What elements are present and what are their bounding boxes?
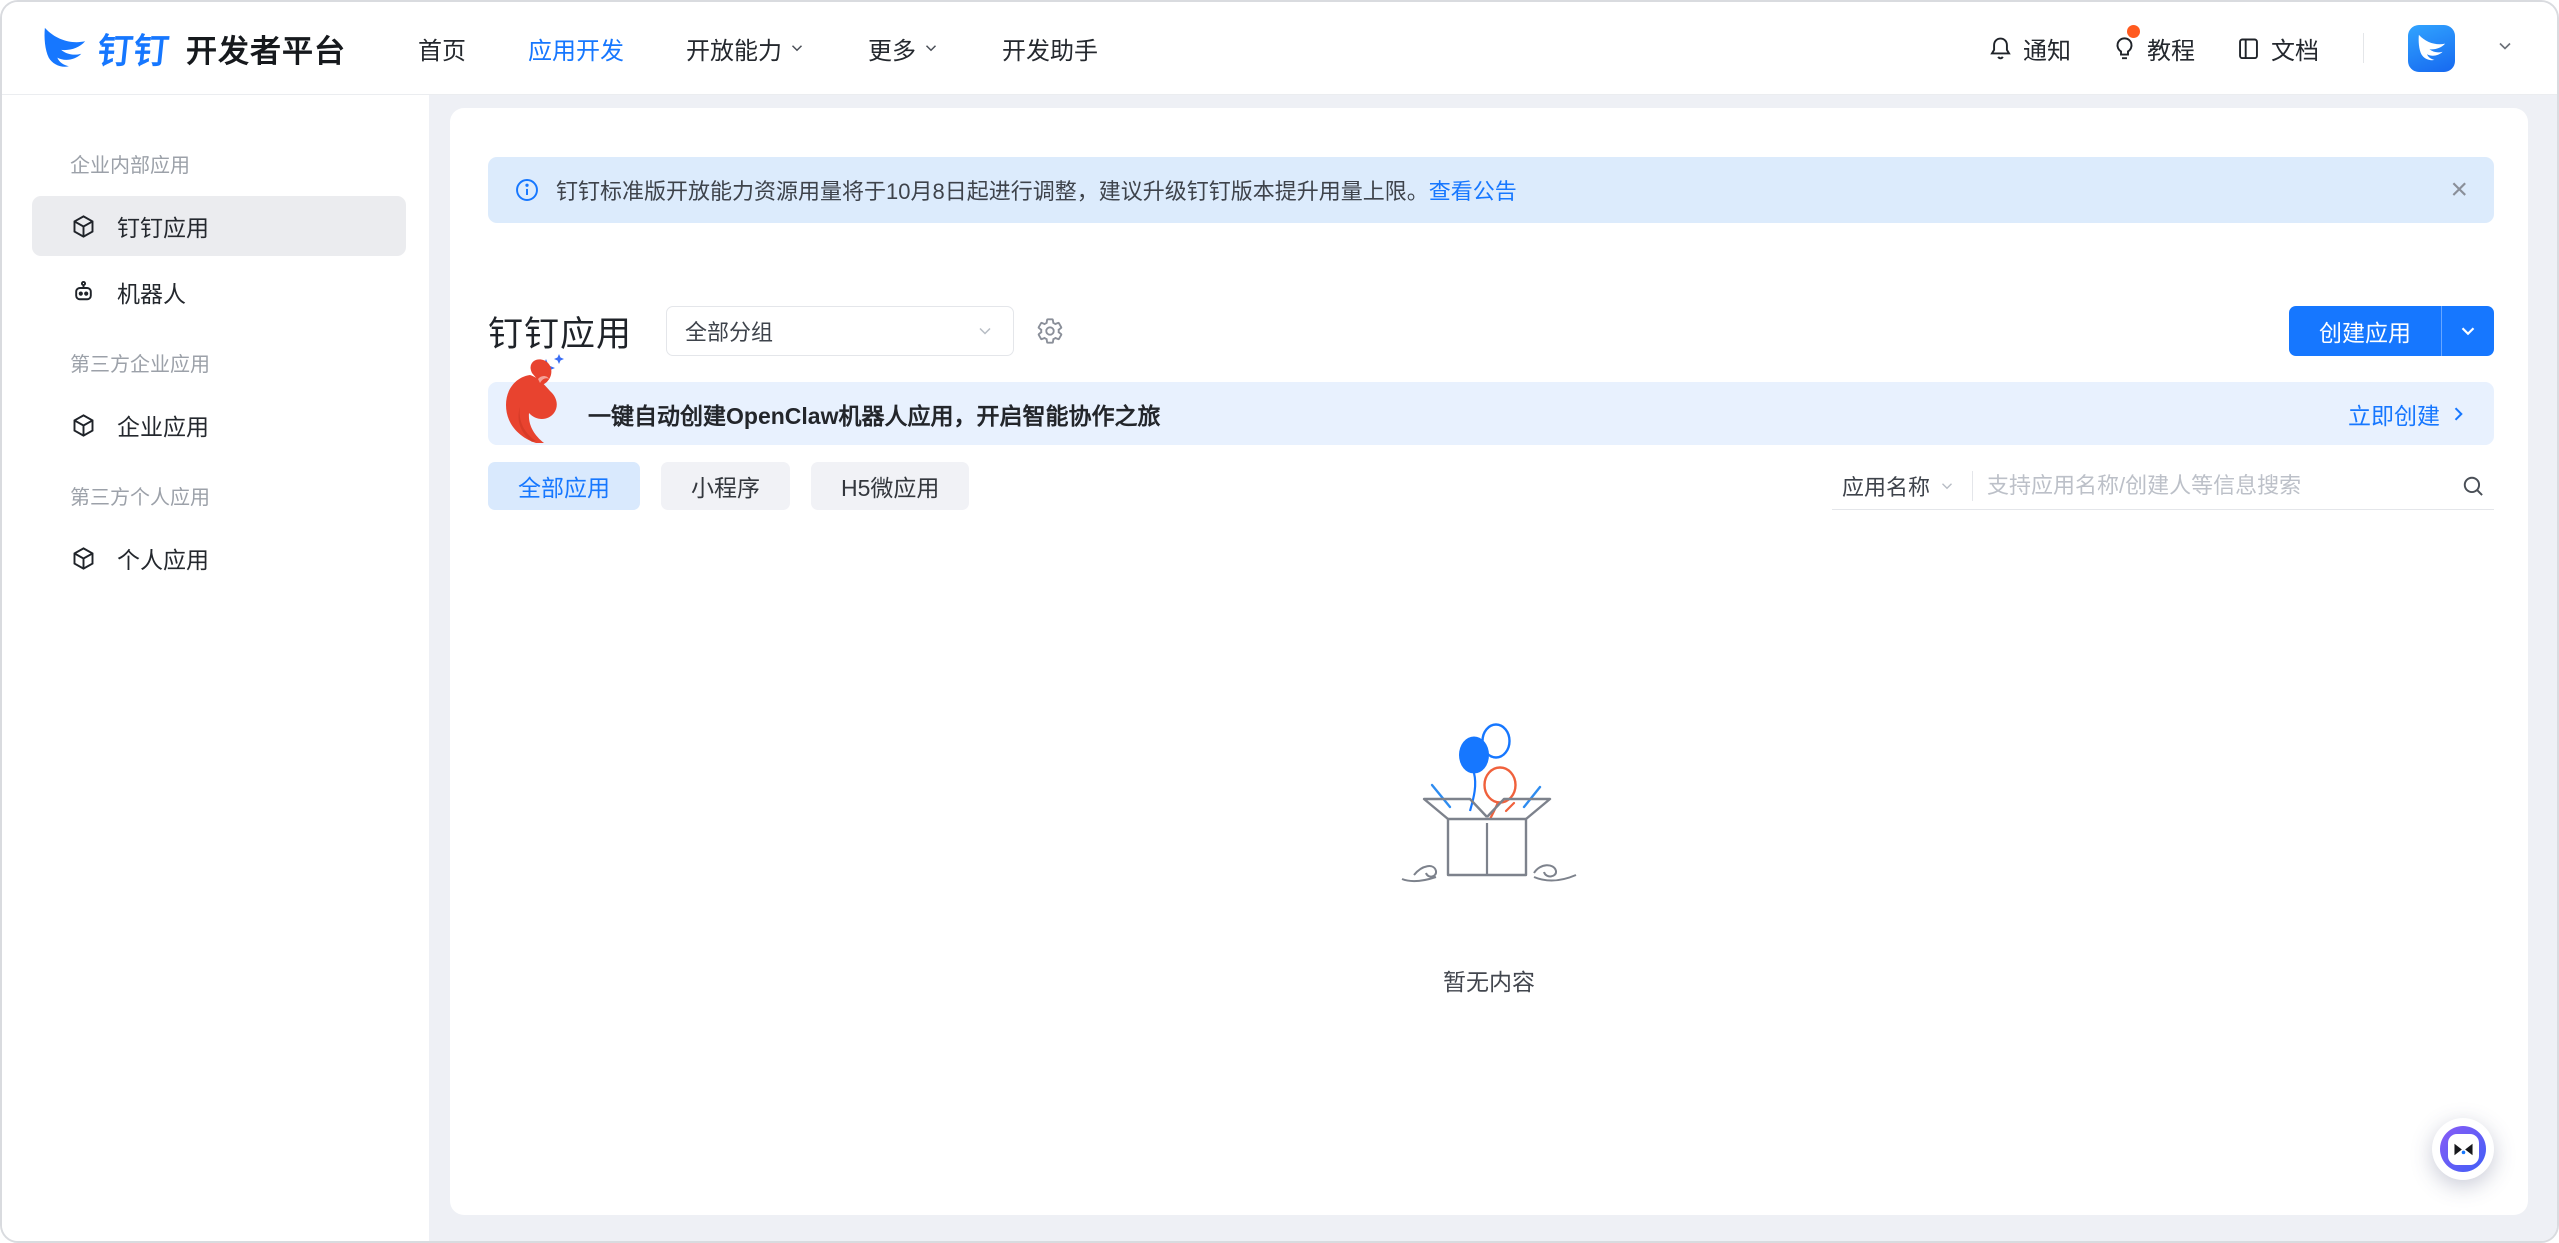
openclaw-mascot-icon — [496, 353, 572, 447]
tab-h5-micro-apps[interactable]: H5微应用 — [811, 462, 969, 510]
account-menu-chevron[interactable] — [2495, 36, 2515, 61]
nav-label: 应用开发 — [528, 31, 624, 66]
tutorials-button[interactable]: 教程 — [2111, 31, 2195, 66]
robot-icon — [70, 279, 97, 306]
empty-state-text: 暂无内容 — [1443, 963, 1535, 997]
sidebar-section-thirdparty-personal: 第三方个人应用 — [2, 481, 429, 510]
new-badge — [2127, 25, 2140, 38]
nav-label: 开放能力 — [686, 31, 782, 66]
action-label: 通知 — [2023, 31, 2071, 66]
search-field-select[interactable]: 应用名称 — [1832, 462, 1972, 509]
create-app-dropdown[interactable] — [2442, 306, 2494, 356]
close-icon[interactable]: × — [2450, 175, 2468, 205]
group-filter-value: 全部分组 — [685, 315, 773, 347]
main-content: 钉钉标准版开放能力资源用量将于10月8日起进行调整，建议升级钉钉版本提升用量上限… — [429, 95, 2557, 1243]
nav-item-dev-assistant[interactable]: 开发助手 — [1002, 31, 1098, 66]
chevron-down-icon — [2495, 36, 2515, 56]
main-nav: 首页 应用开发 开放能力 更多 开发助手 — [418, 31, 1098, 66]
bell-icon — [1987, 35, 2014, 62]
notice-text: 钉钉标准版开放能力资源用量将于10月8日起进行调整，建议升级钉钉版本提升用量上限… — [556, 174, 1429, 206]
sidebar-item-robots[interactable]: 机器人 — [32, 262, 406, 322]
nav-label: 更多 — [868, 31, 916, 66]
sidebar: 企业内部应用 钉钉应用 机器人 第三方企业应用 — [2, 95, 429, 1243]
nav-label: 开发助手 — [1002, 31, 1098, 66]
content-card: 钉钉标准版开放能力资源用量将于10月8日起进行调整，建议升级钉钉版本提升用量上限… — [450, 108, 2528, 1215]
group-settings-button[interactable] — [1036, 317, 1064, 345]
chevron-right-icon — [2448, 404, 2468, 424]
sidebar-item-corp-apps[interactable]: 企业应用 — [32, 395, 406, 455]
sidebar-item-label: 机器人 — [117, 275, 186, 309]
search-button[interactable] — [2460, 473, 2494, 499]
search-field-value: 应用名称 — [1842, 470, 1930, 502]
docs-button[interactable]: 文档 — [2235, 31, 2319, 66]
nav-item-more[interactable]: 更多 — [868, 31, 940, 66]
chevron-down-icon — [788, 39, 806, 57]
tab-mini-programs[interactable]: 小程序 — [661, 462, 790, 510]
sidebar-item-label: 个人应用 — [117, 541, 209, 575]
create-now-label: 立即创建 — [2348, 397, 2440, 431]
header-divider — [2363, 33, 2364, 63]
gear-icon — [1036, 317, 1064, 345]
user-avatar[interactable] — [2408, 25, 2455, 72]
empty-state: 暂无内容 — [450, 715, 2528, 997]
sidebar-item-personal-apps[interactable]: 个人应用 — [32, 528, 406, 588]
search-icon — [2460, 473, 2486, 499]
page-body: 企业内部应用 钉钉应用 机器人 第三方企业应用 — [2, 95, 2557, 1243]
sidebar-item-dingtalk-apps[interactable]: 钉钉应用 — [32, 196, 406, 256]
promo-text: 一键自动创建OpenClaw机器人应用，开启智能协作之旅 — [588, 397, 1160, 431]
sidebar-section-thirdparty-corp: 第三方企业应用 — [2, 348, 429, 377]
cube-icon — [70, 213, 97, 240]
brand-logo[interactable]: 钉钉 开发者平台 — [42, 23, 346, 74]
lightbulb-icon — [2111, 35, 2138, 62]
nav-item-open-capabilities[interactable]: 开放能力 — [686, 31, 806, 66]
nav-item-app-development[interactable]: 应用开发 — [528, 31, 624, 66]
notice-banner: 钉钉标准版开放能力资源用量将于10月8日起进行调整，建议升级钉钉版本提升用量上限… — [488, 157, 2494, 223]
cube-icon — [70, 412, 97, 439]
title-row: 钉钉应用 全部分组 创建应用 — [488, 305, 2494, 357]
chevron-down-icon — [1938, 477, 1956, 495]
dingtalk-wing-icon — [2417, 33, 2447, 63]
nav-item-home[interactable]: 首页 — [418, 31, 466, 66]
search-input[interactable] — [1973, 462, 2460, 509]
app-type-tabs-row: 全部应用 小程序 H5微应用 应用名称 — [488, 462, 2494, 510]
sidebar-item-label: 钉钉应用 — [117, 209, 209, 243]
notifications-button[interactable]: 通知 — [1987, 31, 2071, 66]
dingtalk-developer-platform-page: 钉钉 开发者平台 首页 应用开发 开放能力 更多 开发助手 — [0, 0, 2559, 1243]
action-label: 文档 — [2271, 31, 2319, 66]
search-group: 应用名称 — [1832, 462, 2494, 510]
sidebar-section-internal-apps: 企业内部应用 — [2, 149, 429, 178]
action-label: 教程 — [2147, 31, 2195, 66]
assistant-gradient-ring — [2440, 1126, 2486, 1172]
tab-all-apps[interactable]: 全部应用 — [488, 462, 640, 510]
info-icon — [514, 177, 540, 203]
empty-box-balloons-illustration — [1384, 715, 1594, 915]
group-filter-select[interactable]: 全部分组 — [666, 306, 1014, 356]
brand-title: 开发者平台 — [186, 26, 346, 71]
view-announcement-link[interactable]: 查看公告 — [1429, 174, 1517, 206]
promo-banner[interactable]: 一键自动创建OpenClaw机器人应用，开启智能协作之旅 立即创建 — [488, 382, 2494, 445]
sidebar-item-label: 企业应用 — [117, 408, 209, 442]
document-icon — [2235, 35, 2262, 62]
brand-logotype: 钉钉 — [95, 23, 172, 74]
top-navigation-bar: 钉钉 开发者平台 首页 应用开发 开放能力 更多 开发助手 — [2, 2, 2557, 95]
header-actions: 通知 教程 文档 — [1987, 25, 2515, 72]
create-app-button[interactable]: 创建应用 — [2289, 306, 2494, 356]
create-app-label: 创建应用 — [2289, 306, 2442, 356]
nav-label: 首页 — [418, 31, 466, 66]
chevron-down-icon — [975, 321, 995, 341]
chevron-down-icon — [922, 39, 940, 57]
create-now-link[interactable]: 立即创建 — [2348, 397, 2468, 431]
cube-icon — [70, 545, 97, 572]
page-title: 钉钉应用 — [488, 306, 632, 357]
assistant-floating-button[interactable] — [2432, 1118, 2494, 1180]
assistant-logo-icon — [2448, 1134, 2479, 1165]
chevron-down-icon — [2457, 320, 2479, 342]
dingtalk-wing-icon — [42, 25, 88, 71]
